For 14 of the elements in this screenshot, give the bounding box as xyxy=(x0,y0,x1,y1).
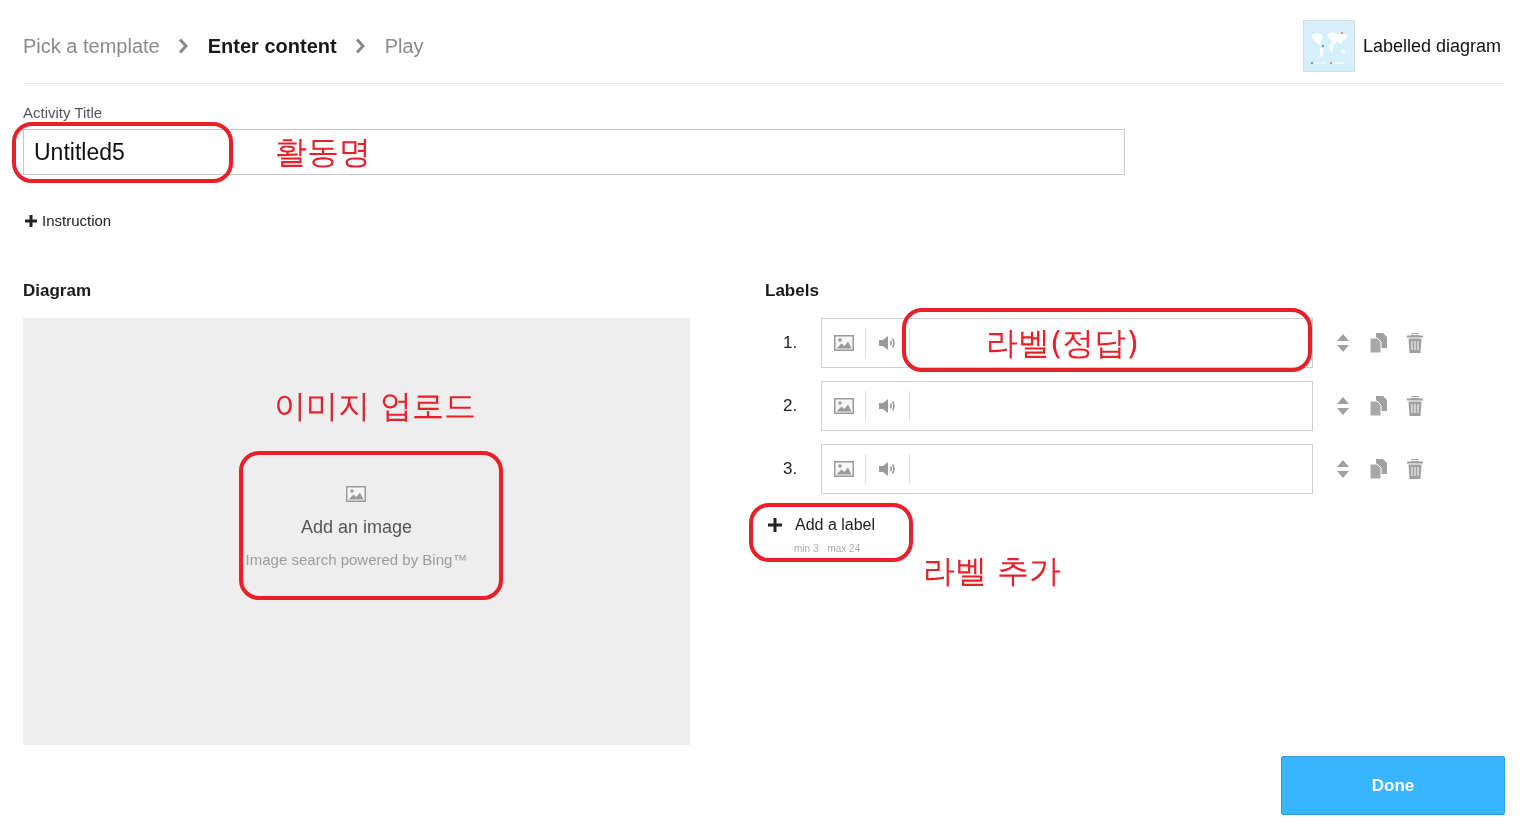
template-name: Labelled diagram xyxy=(1362,35,1501,57)
limit-text: min 3 xyxy=(794,543,819,555)
limit-text: max 24 xyxy=(827,543,861,555)
search-note: Image search powered by Bing™ xyxy=(245,550,468,570)
row-number: 2. xyxy=(782,396,799,416)
row-number: 3. xyxy=(782,459,799,479)
annotation-text: 활동명 xyxy=(275,134,371,170)
annotation-text: 라벨 추가 xyxy=(923,553,1062,589)
section-heading: Labels xyxy=(765,281,819,301)
field-label: Activity Title xyxy=(23,104,103,121)
section-heading: Diagram xyxy=(23,281,92,301)
row-number: 1. xyxy=(782,333,799,353)
annotation-text: 이미지 업로드 xyxy=(274,388,477,424)
annotation-text: 라벨(정답) xyxy=(986,325,1139,361)
